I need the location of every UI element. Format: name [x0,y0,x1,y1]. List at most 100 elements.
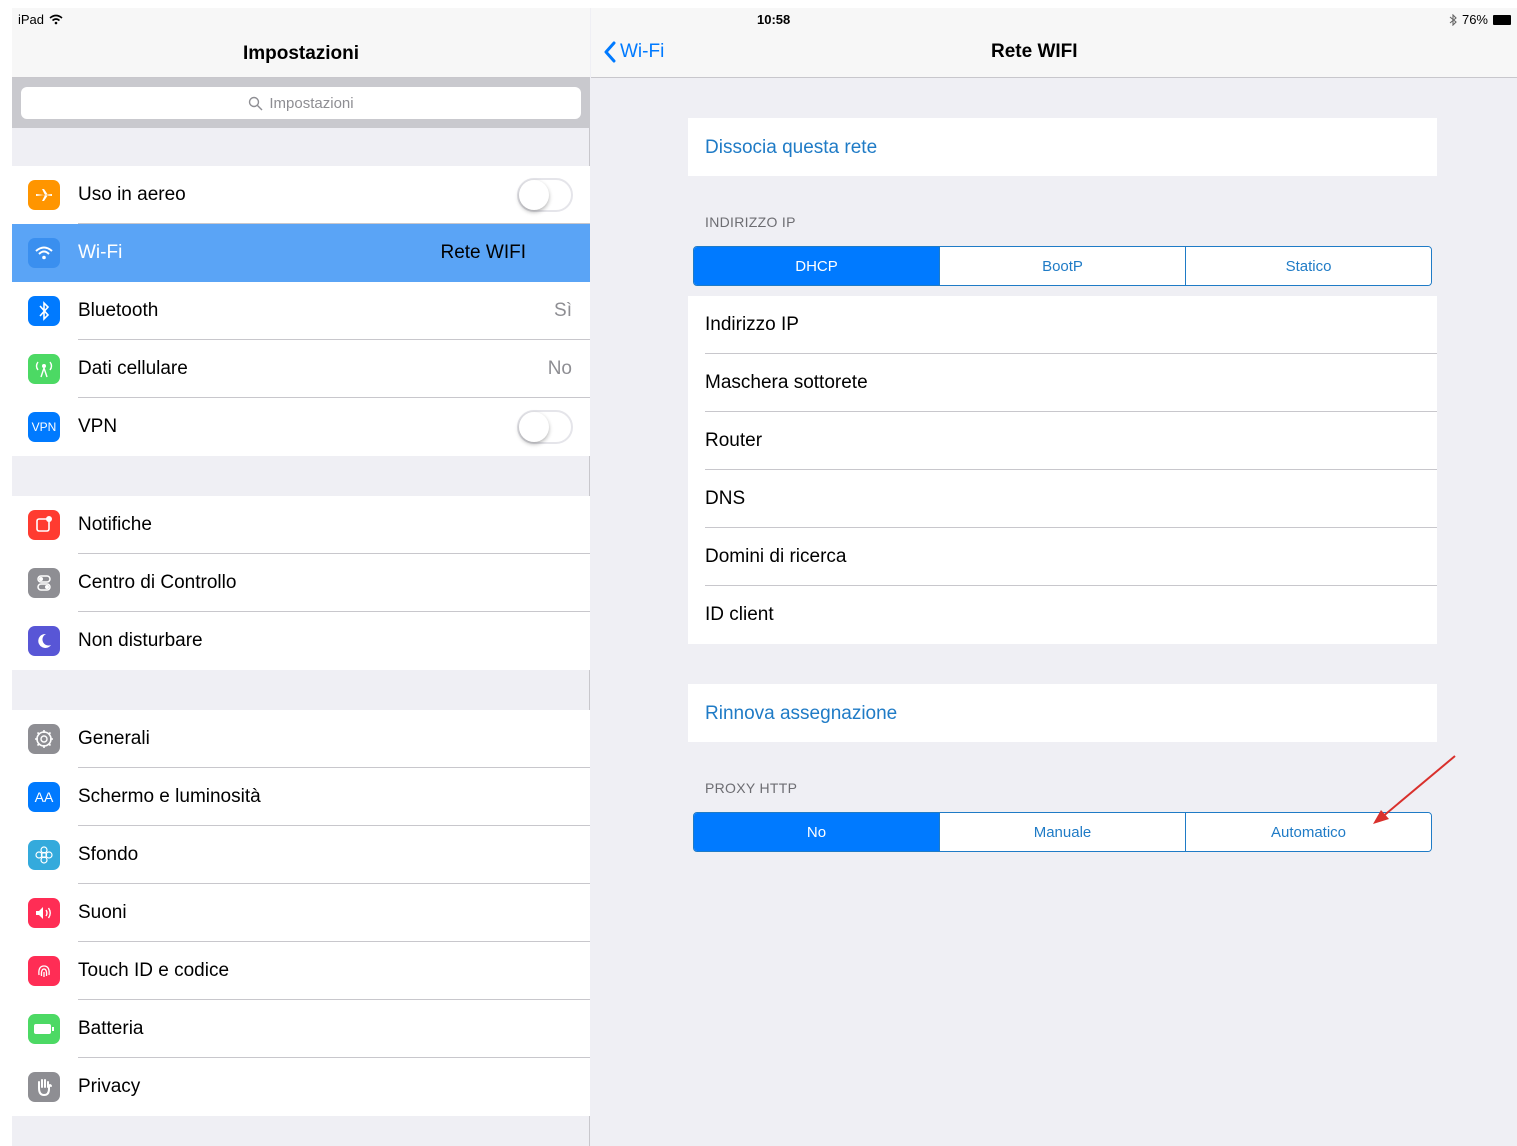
proxy-section-header: PROXY HTTP [705,780,798,796]
forget-network-card: Dissocia questa rete [688,118,1437,176]
hand-icon [28,1072,60,1102]
network-title: Rete WIFI [991,41,1078,62]
moon-icon [28,626,60,656]
renew-lease-button[interactable]: Rinnova assegnazione [705,703,897,725]
settings-row-privacy[interactable]: Privacy [12,1058,590,1116]
ip-mode-segmented-control: DHCP BootP Statico [693,246,1432,286]
general-group: Generali AA Schermo e luminosità Sfondo … [12,710,590,1116]
battery-icon [28,1014,60,1044]
back-button[interactable]: Wi-Fi [603,41,664,63]
battery-percent: 76% [1461,12,1488,27]
row-label: Suoni [78,902,127,923]
settings-row-cellular[interactable]: Dati cellulare No [12,340,590,398]
bluetooth-icon [28,296,60,326]
wallpaper-icon [28,840,60,870]
settings-title: Impostazioni [242,43,360,64]
search-placeholder: Impostazioni [269,94,354,112]
renew-lease-card: Rinnova assegnazione [688,684,1437,742]
segment-proxy-off[interactable]: No [694,813,939,851]
forget-network-button[interactable]: Dissocia questa rete [705,137,877,159]
status-bar: iPad 10:58 76% [12,8,1517,30]
settings-row-wifi[interactable]: Wi-Fi Rete WIFI [12,224,590,282]
ip-section-header: INDIRIZZO IP [705,214,796,230]
vpn-toggle[interactable] [517,410,573,444]
toggle-knob [519,180,549,210]
row-label: VPN [78,416,118,437]
row-label: Sfondo [78,844,139,865]
airplane-mode-toggle[interactable] [517,178,573,212]
clock: 10:58 [757,12,791,27]
row-label: Centro di Controllo [78,572,237,593]
status-right: 76% [1449,12,1511,27]
ip-row-subnet: Maschera sottorete [688,354,1437,412]
row-label: Uso in aereo [78,184,186,205]
annotation-arrow [1373,755,1456,824]
settings-row-notifications[interactable]: Notifiche [12,496,590,554]
settings-row-sounds[interactable]: Suoni [12,884,590,942]
cellular-icon [28,354,60,384]
wifi-icon [28,238,60,268]
ip-row-router: Router [688,412,1437,470]
vpn-icon: VPN [28,412,60,442]
search-icon [249,96,263,110]
segment-proxy-manual[interactable]: Manuale [939,813,1185,851]
back-label: Wi-Fi [620,41,665,62]
row-label: Indirizzo IP [705,314,799,335]
connectivity-group: Uso in aereo Wi-Fi Rete WIFI Bluetooth S… [12,166,590,456]
row-value: Sì [554,300,572,321]
notifications-group: Notifiche Centro di Controllo Non distur… [12,496,590,670]
settings-row-airplane[interactable]: Uso in aereo [12,166,590,224]
row-label: Bluetooth [78,300,159,321]
row-label: Maschera sottorete [705,372,868,393]
ip-row-dns: DNS [688,470,1437,528]
row-label: Wi-Fi [78,242,123,263]
settings-row-wallpaper[interactable]: Sfondo [12,826,590,884]
display-icon: AA [28,782,60,812]
gear-icon [28,724,60,754]
fingerprint-icon [28,956,60,986]
chevron-left-icon [604,41,616,63]
row-label: Domini di ricerca [705,546,847,567]
wifi-signal-icon [49,14,63,25]
settings-row-battery[interactable]: Batteria [12,1000,590,1058]
device-name: iPad [18,12,45,27]
row-label: Non disturbare [78,630,203,651]
settings-row-touch-id[interactable]: Touch ID e codice [12,942,590,1000]
settings-row-control-center[interactable]: Centro di Controllo [12,554,590,612]
search-bar-container: Impostazioni [12,78,590,128]
proxy-mode-segmented-control: No Manuale Automatico [693,812,1432,852]
row-label: DNS [705,488,746,509]
row-label: Privacy [78,1076,141,1097]
settings-row-display[interactable]: AA Schermo e luminosità [12,768,590,826]
row-label: Generali [78,728,150,749]
control-center-icon [28,568,60,598]
row-label: Notifiche [78,514,152,535]
segment-static[interactable]: Statico [1185,247,1431,285]
notifications-icon [28,510,60,540]
row-value: No [547,358,572,379]
segment-dhcp[interactable]: DHCP [694,247,939,285]
ip-row-search-domains: Domini di ricerca [688,528,1437,586]
row-label: Dati cellulare [78,358,188,379]
row-value: Rete WIFI [440,242,526,263]
row-label: Router [705,430,763,451]
ip-row-address: Indirizzo IP [688,296,1437,354]
battery-status-icon [1493,14,1511,25]
airplane-icon [28,180,60,210]
row-label: Touch ID e codice [78,960,230,981]
wifi-detail-pane: Wi-Fi Rete WIFI Dissocia questa rete IND… [591,8,1517,1146]
segment-bootp[interactable]: BootP [939,247,1185,285]
status-left: iPad [18,12,63,27]
row-label: Batteria [78,1018,144,1039]
row-label: Schermo e luminosità [78,786,261,807]
settings-row-general[interactable]: Generali [12,710,590,768]
ip-details-card: Indirizzo IP Maschera sottorete Router D… [688,296,1437,644]
settings-row-do-not-disturb[interactable]: Non disturbare [12,612,590,670]
sound-icon [28,898,60,928]
settings-row-vpn[interactable]: VPN VPN [12,398,590,456]
ipad-screen: Impostazioni Impostazioni Uso in aereo W… [12,8,1517,1146]
settings-row-bluetooth[interactable]: Bluetooth Sì [12,282,590,340]
bluetooth-status-icon [1449,13,1457,26]
search-input[interactable]: Impostazioni [21,87,581,119]
ip-row-client-id: ID client [688,586,1437,644]
